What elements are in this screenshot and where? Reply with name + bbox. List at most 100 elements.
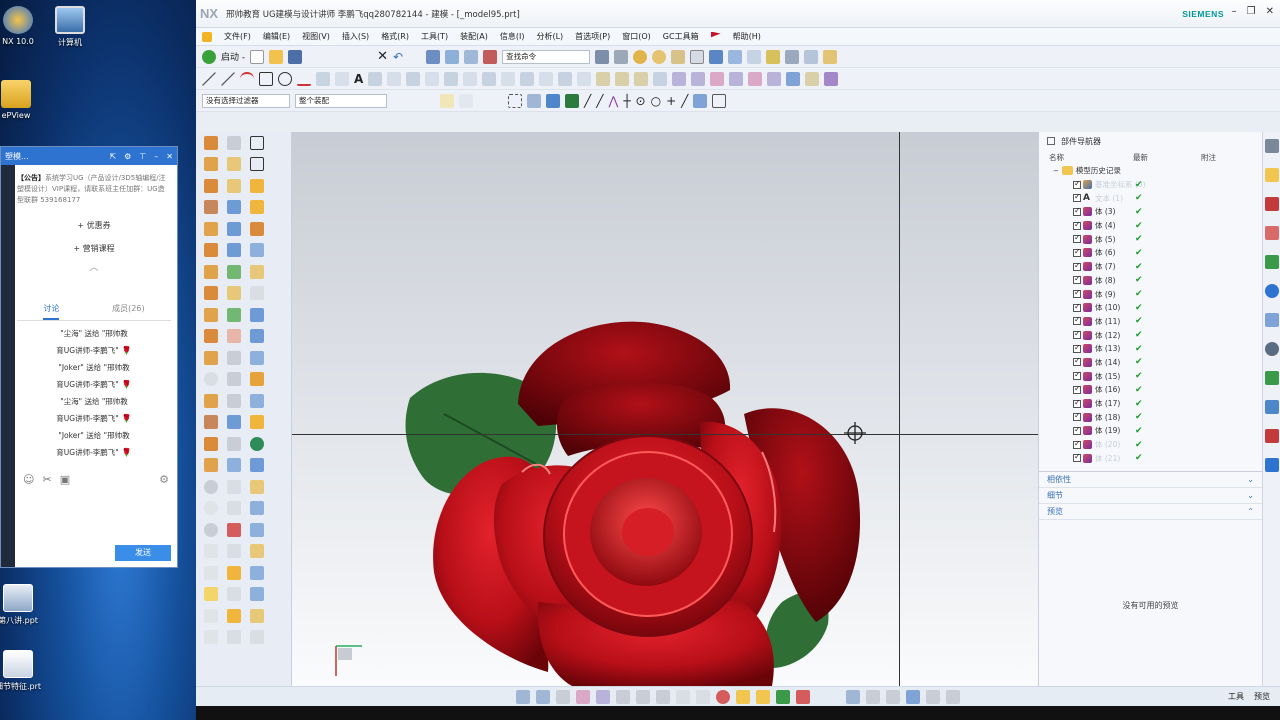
menu-info[interactable]: 信息(I) bbox=[500, 31, 525, 42]
preview-label[interactable]: 预览 bbox=[1254, 691, 1280, 702]
visibility-checkbox[interactable] bbox=[1073, 411, 1081, 422]
text-icon[interactable]: A bbox=[354, 72, 363, 86]
settings-icon[interactable] bbox=[1265, 139, 1279, 153]
more-tools-icon-2[interactable] bbox=[227, 630, 241, 645]
view-right-icon[interactable] bbox=[556, 689, 570, 704]
edit-section-icon[interactable] bbox=[946, 689, 960, 704]
more-tools-icon-3[interactable] bbox=[250, 630, 264, 645]
scale-curve-icon[interactable] bbox=[577, 71, 592, 86]
bridge-curve-icon[interactable] bbox=[425, 71, 440, 86]
constrain-icon[interactable] bbox=[250, 501, 264, 516]
tree-item[interactable]: 体 (5) ✔ bbox=[1039, 232, 1262, 246]
tree-item[interactable]: 体 (14) ✔ bbox=[1039, 356, 1262, 370]
revolve-icon[interactable] bbox=[227, 135, 241, 150]
menu-gc-toolbox[interactable]: GC工具箱 bbox=[663, 31, 699, 42]
tree-item[interactable]: 体 (8) ✔ bbox=[1039, 274, 1262, 288]
visibility-checkbox[interactable] bbox=[1073, 452, 1081, 463]
tab-discuss[interactable]: 讨论 bbox=[43, 303, 60, 320]
light-icon[interactable] bbox=[736, 689, 750, 704]
visibility-checkbox[interactable] bbox=[1073, 356, 1081, 367]
tree-item[interactable]: 体 (7) ✔ bbox=[1039, 260, 1262, 274]
curve-icon[interactable] bbox=[316, 71, 330, 86]
folder-tool-icon[interactable] bbox=[204, 587, 218, 602]
check-icon[interactable] bbox=[227, 587, 241, 602]
sphere-icon[interactable] bbox=[633, 49, 648, 64]
find-command-input[interactable]: 查找命令 bbox=[502, 49, 591, 64]
chamfer-curve-icon[interactable] bbox=[539, 71, 554, 86]
course-link[interactable]: + 营销课程 bbox=[17, 243, 171, 254]
material-icon[interactable] bbox=[671, 49, 686, 64]
visibility-checkbox[interactable] bbox=[1073, 302, 1081, 312]
assembly-icon[interactable] bbox=[823, 49, 838, 64]
menu-preferences[interactable]: 首选项(P) bbox=[575, 31, 610, 42]
menu-view[interactable]: 视图(V) bbox=[302, 31, 330, 42]
block-icon[interactable] bbox=[204, 157, 218, 172]
navigator-pin-icon[interactable] bbox=[1047, 137, 1055, 145]
measure-icon[interactable] bbox=[483, 49, 498, 64]
sphere-prim-icon[interactable] bbox=[204, 479, 218, 494]
unite-icon[interactable] bbox=[204, 243, 218, 258]
sweep-icon[interactable] bbox=[634, 71, 649, 86]
tree-root[interactable]: − 模型历史记录 bbox=[1039, 164, 1262, 178]
undo-icon[interactable]: ↶ bbox=[393, 50, 403, 64]
ppt-desktop-icon[interactable]: 第八讲.ppt bbox=[0, 584, 48, 626]
tree-item[interactable]: 体 (21) ✔ bbox=[1039, 451, 1262, 465]
cylinder-icon[interactable] bbox=[227, 157, 241, 172]
measure-distance-icon[interactable] bbox=[696, 689, 710, 704]
roles-tab-icon[interactable] bbox=[1265, 458, 1279, 472]
view-front-icon[interactable] bbox=[516, 689, 530, 704]
visibility-checkbox[interactable] bbox=[1073, 206, 1081, 216]
view-iso-icon[interactable] bbox=[576, 689, 590, 704]
menu-insert[interactable]: 插入(S) bbox=[342, 31, 369, 42]
visibility-checkbox[interactable] bbox=[1073, 329, 1081, 340]
zoom-icon[interactable] bbox=[616, 689, 630, 704]
workplane-icon[interactable] bbox=[906, 689, 920, 704]
sew-body-icon[interactable] bbox=[204, 458, 218, 473]
wrap-icon[interactable] bbox=[227, 393, 241, 408]
settings-icon[interactable]: ⚙ bbox=[124, 152, 131, 161]
polyline-icon[interactable] bbox=[221, 71, 235, 86]
new-file-icon[interactable] bbox=[250, 49, 265, 64]
line-icon[interactable] bbox=[202, 71, 216, 86]
analysis-icon[interactable] bbox=[250, 587, 264, 602]
menu-file[interactable]: 文件(F) bbox=[224, 31, 251, 42]
extend-curve-icon[interactable] bbox=[482, 71, 497, 86]
clock-tab-icon[interactable] bbox=[1265, 342, 1279, 356]
fill-surface-icon[interactable] bbox=[653, 71, 668, 86]
draft-icon[interactable] bbox=[204, 286, 218, 301]
minimize-icon[interactable]: – bbox=[1232, 6, 1237, 17]
tube-icon[interactable] bbox=[204, 393, 218, 408]
visibility-checkbox[interactable] bbox=[1073, 384, 1081, 394]
view-fit-icon[interactable] bbox=[595, 49, 610, 64]
close-icon[interactable]: ✕ bbox=[166, 152, 173, 161]
chat-settings-icon[interactable]: ⚙ bbox=[159, 473, 169, 486]
epview-desktop-icon[interactable]: ePView bbox=[0, 80, 46, 120]
box-icon[interactable] bbox=[204, 608, 218, 623]
split-body-icon[interactable] bbox=[250, 286, 264, 301]
transform-icon[interactable] bbox=[227, 544, 241, 559]
tree-item[interactable]: 体 (12) ✔ bbox=[1039, 328, 1262, 342]
lasso-icon[interactable] bbox=[459, 93, 473, 108]
tree-item[interactable]: 体 (9) ✔ bbox=[1039, 287, 1262, 301]
render-style-icon[interactable] bbox=[614, 49, 629, 64]
control-point-icon[interactable]: ⋀ bbox=[608, 94, 618, 108]
resize-blend-icon[interactable] bbox=[250, 350, 264, 365]
trim-body-icon[interactable] bbox=[227, 286, 241, 301]
edge-icon[interactable] bbox=[227, 479, 241, 494]
wedge-icon[interactable] bbox=[204, 565, 218, 580]
snapshot-icon[interactable] bbox=[886, 689, 900, 704]
section-icon[interactable] bbox=[785, 49, 800, 64]
mirror-curve-icon[interactable] bbox=[558, 71, 573, 86]
web-browser-tab-icon[interactable] bbox=[1265, 284, 1279, 298]
emboss-icon[interactable] bbox=[250, 221, 264, 236]
minimize-icon[interactable]: – bbox=[154, 152, 158, 161]
offset-curve-icon[interactable] bbox=[368, 71, 383, 86]
bounded-grid-icon[interactable] bbox=[712, 93, 727, 108]
existing-point-icon[interactable]: + bbox=[666, 94, 676, 108]
torus-icon[interactable] bbox=[204, 522, 218, 537]
selection-filter-select[interactable]: 没有选择过滤器 bbox=[202, 93, 290, 108]
red-tool-icon[interactable] bbox=[227, 522, 241, 537]
tab-members[interactable]: 成员(26) bbox=[112, 303, 144, 320]
shade-icon[interactable] bbox=[652, 49, 667, 64]
datum-csys-icon[interactable] bbox=[250, 372, 264, 387]
